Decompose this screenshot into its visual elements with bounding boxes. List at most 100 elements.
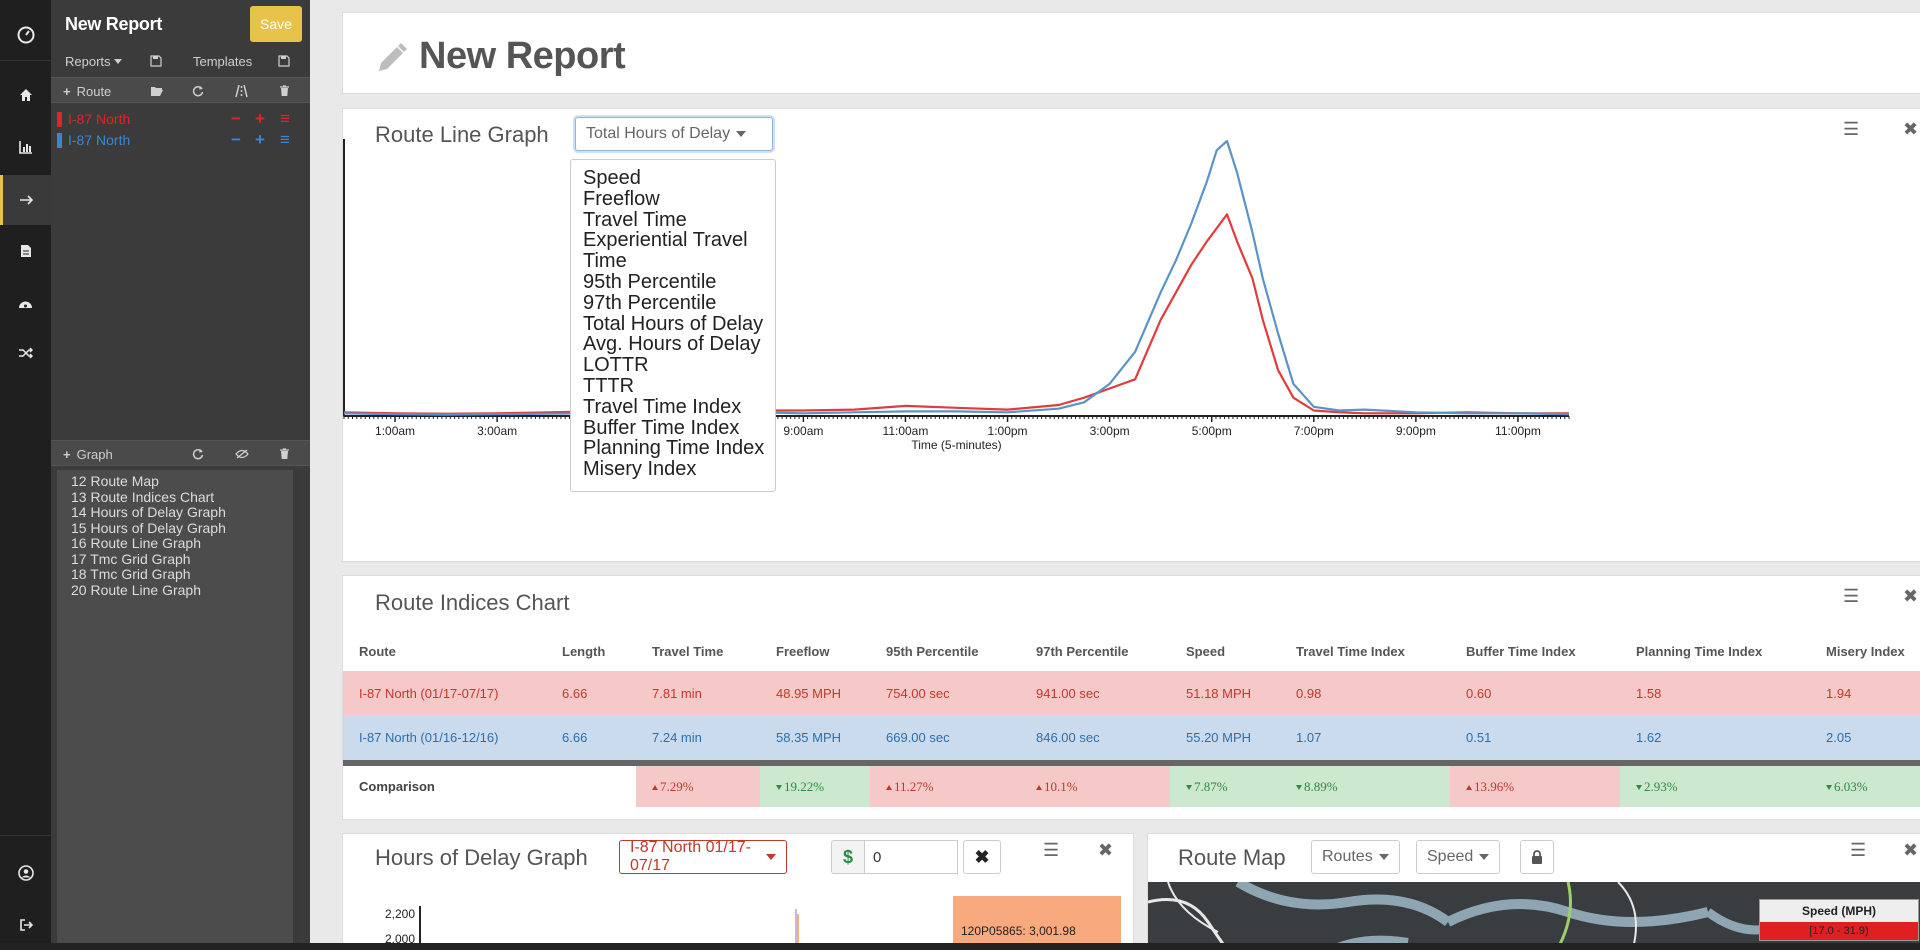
lock-map-button[interactable] (1520, 840, 1554, 874)
table-row: I-87 North (01/17-07/17) 6.66 7.81 min 48.9… (343, 671, 1920, 715)
metric-option[interactable]: Freeflow (583, 188, 777, 210)
user-icon[interactable] (0, 858, 51, 888)
eye-slash-icon[interactable] (235, 443, 249, 465)
close-icon[interactable]: ✖ (1903, 586, 1918, 607)
table-cell: I-87 North (01/17-07/17) (343, 671, 546, 715)
speed-dropdown[interactable]: Speed (1416, 840, 1501, 874)
remove-route-icon[interactable]: − (231, 130, 241, 150)
report-content: New Report Route Line Graph Total Hours … (342, 0, 1920, 950)
graph-list-item[interactable]: 16 Route Line Graph (71, 535, 231, 552)
templates-label[interactable]: Templates (193, 50, 252, 72)
route-item[interactable]: I-87 North (57, 130, 130, 150)
routes-dropdown[interactable]: Routes (1311, 840, 1400, 874)
column-header[interactable]: Route (343, 631, 546, 671)
comparison-row: Comparison 7.29% 19.22% 11.27% 10.1% 7.87% 8.8… (343, 763, 1920, 807)
route-indices-table: Route Length Travel Time Freeflow 95th Perce… (343, 631, 1920, 807)
table-cell: 6.66 (546, 715, 636, 766)
save-template-icon[interactable] (278, 50, 290, 72)
route-menu-icon[interactable]: ≡ (280, 130, 290, 150)
sign-out-icon[interactable] (0, 910, 51, 940)
x-tick-label: 1:00pm (988, 424, 1028, 438)
graph-list-scrollbar[interactable] (293, 470, 301, 945)
table-cell: 1.58 (1620, 671, 1810, 715)
graph-list-item[interactable]: 17 Tmc Grid Graph (71, 551, 231, 568)
add-route-icon[interactable]: + (255, 130, 265, 150)
metric-option[interactable]: Speed (583, 168, 777, 189)
triangle-down-icon (1186, 784, 1192, 790)
legend-title: Speed (MPH) (1760, 900, 1918, 922)
remove-route-icon[interactable]: − (231, 109, 241, 129)
dashboard-gauge-icon[interactable] (0, 20, 51, 50)
metric-option[interactable]: Buffer Time Index (583, 417, 777, 439)
add-route-button[interactable]: + Route (63, 80, 111, 102)
route-menu-icon[interactable]: ≡ (280, 109, 290, 129)
x-tick-label: 1:00am (375, 424, 415, 438)
bar-chart-icon[interactable] (0, 132, 51, 162)
metric-option[interactable]: TTTR (583, 376, 777, 397)
graph-list-item[interactable]: 15 Hours of Delay Graph (71, 520, 231, 537)
metric-option[interactable]: 97th Percentile (583, 292, 777, 314)
route-item[interactable]: I-87 North (57, 109, 130, 129)
close-icon[interactable]: ✖ (1903, 840, 1918, 861)
save-report-icon[interactable] (150, 50, 162, 72)
metric-option[interactable]: LOTTR (583, 355, 777, 376)
comparison-value: 10.1% (1044, 778, 1078, 794)
graph-list-item[interactable]: 20 Route Line Graph (71, 582, 231, 599)
graph-list-item[interactable]: 12 Route Map (71, 473, 231, 490)
map-legend: Speed (MPH) [17.0 - 31.9) (1759, 899, 1919, 941)
panel-menu-icon[interactable]: ☰ (1843, 586, 1859, 607)
comparison-value: 2.93% (1644, 778, 1678, 794)
shuffle-icon[interactable] (0, 338, 51, 368)
column-header[interactable]: Length (546, 631, 636, 671)
document-icon[interactable] (0, 236, 51, 266)
column-header[interactable]: Travel Time Index (1280, 631, 1450, 671)
x-tick-label: 11:00am (883, 424, 929, 438)
route-arrow-icon[interactable] (0, 175, 51, 225)
graph-list-item[interactable]: 14 Hours of Delay Graph (71, 504, 231, 521)
graph-list-item[interactable]: 18 Tmc Grid Graph (71, 566, 231, 583)
metric-option[interactable]: Avg. Hours of Delay (583, 334, 777, 355)
plus-icon: + (63, 83, 71, 99)
column-header[interactable]: Buffer Time Index (1450, 631, 1620, 671)
metric-option[interactable]: Total Hours of Delay (583, 313, 777, 335)
table-cell: 0.60 (1450, 671, 1620, 715)
y-tick-label: 2,200 (385, 907, 415, 921)
table-row: I-87 North (01/16-12/16) 6.66 7.24 min 58.3… (343, 715, 1920, 766)
metric-option[interactable]: Travel Time (583, 209, 777, 231)
refresh-icon[interactable] (192, 80, 204, 102)
comparison-value: 8.89% (1304, 778, 1338, 794)
add-graph-button[interactable]: + Graph (63, 443, 113, 465)
graph-list-item[interactable]: 13 Route Indices Chart (71, 489, 231, 506)
save-button[interactable]: Save (250, 6, 302, 42)
trash-graphs-icon[interactable] (279, 443, 290, 465)
column-header[interactable]: Planning Time Index (1620, 631, 1810, 671)
x-tick-label: 5:00pm (1192, 424, 1232, 438)
metric-option[interactable]: Travel Time Index (583, 396, 777, 418)
column-header[interactable]: Freeflow (760, 631, 870, 671)
x-tick-label: 9:00pm (1396, 424, 1436, 438)
column-header[interactable]: Misery Index (1810, 631, 1920, 671)
comparison-cell: 10.1% (1020, 763, 1170, 807)
column-header[interactable]: 97th Percentile (1020, 631, 1170, 671)
metric-option[interactable]: Misery Index (583, 459, 777, 480)
metric-option[interactable]: Experiential Travel Time (583, 230, 777, 272)
column-header[interactable]: Speed (1170, 631, 1280, 671)
metric-option[interactable]: Planning Time Index (583, 438, 777, 459)
reports-dropdown[interactable]: Reports (65, 50, 122, 72)
refresh-graphs-icon[interactable] (192, 443, 204, 465)
column-header[interactable]: 95th Percentile (870, 631, 1020, 671)
trash-icon[interactable] (279, 80, 290, 102)
column-header[interactable]: Travel Time (636, 631, 760, 671)
add-route-icon[interactable]: + (255, 109, 265, 129)
metric-option[interactable]: 95th Percentile (583, 272, 777, 293)
x-tick-label: 7:00pm (1294, 424, 1334, 438)
table-cell: 1.62 (1620, 715, 1810, 766)
palette-icon[interactable] (0, 288, 51, 318)
graph-label: Graph (76, 446, 113, 462)
road-icon[interactable] (235, 80, 248, 102)
comparison-cell: 13.96% (1450, 763, 1620, 807)
table-cell: 941.00 sec (1020, 671, 1170, 715)
panel-menu-icon[interactable]: ☰ (1850, 840, 1866, 861)
home-icon[interactable] (0, 80, 51, 110)
folder-open-icon[interactable] (150, 80, 164, 102)
